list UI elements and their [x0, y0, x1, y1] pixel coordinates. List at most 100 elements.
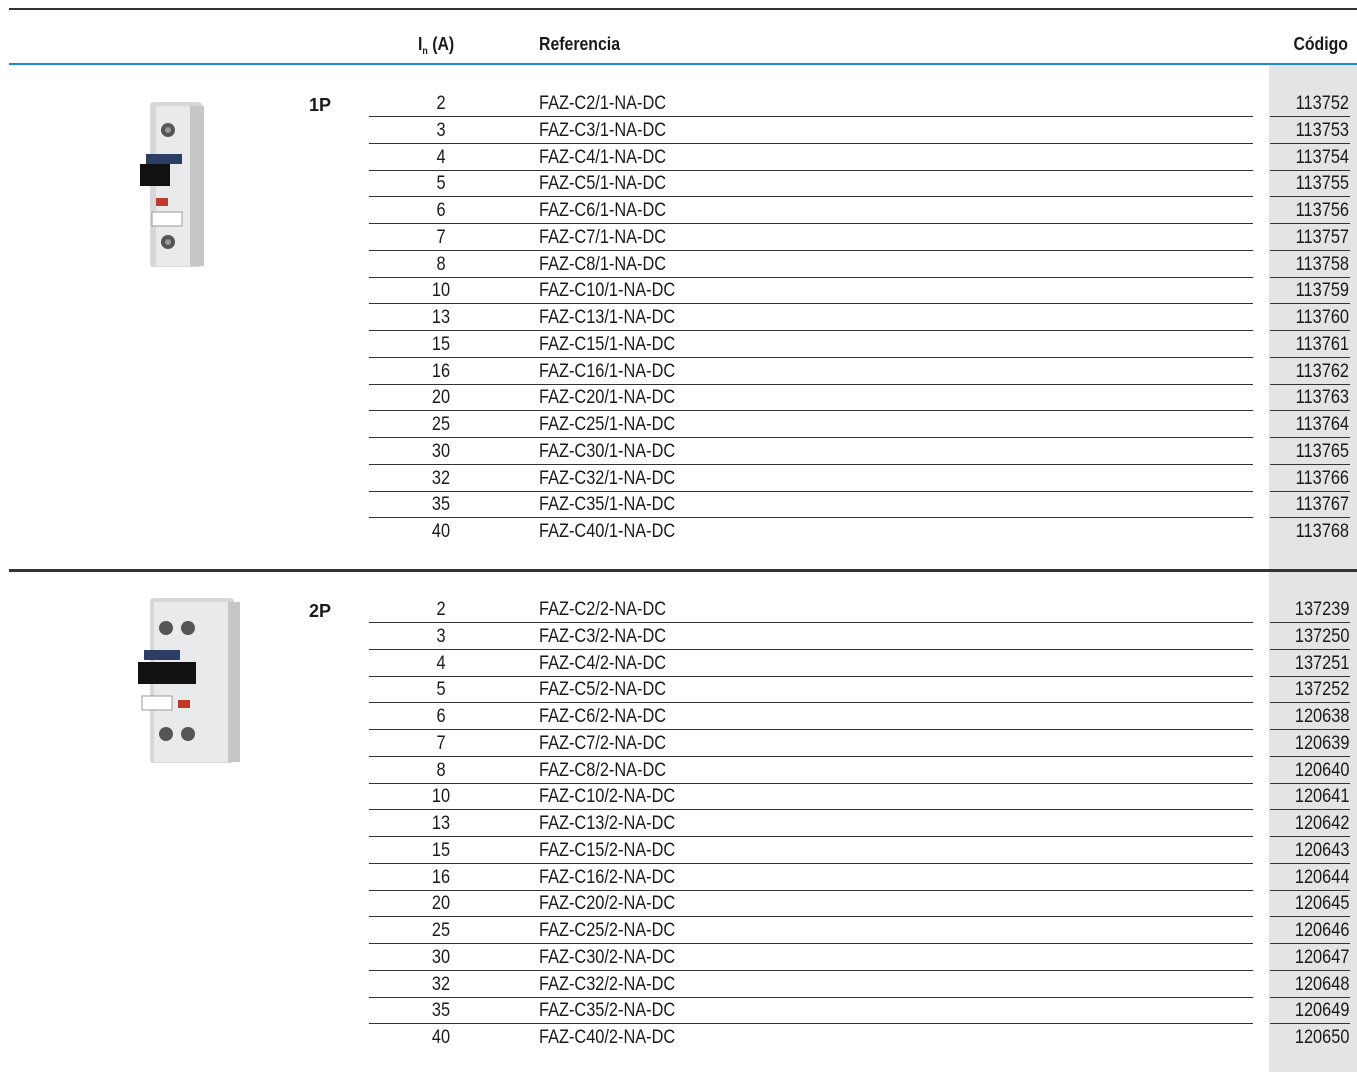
- table-row: 6 FAZ-C6/1-NA-DC 113756: [0, 198, 1357, 224]
- code-cell: 137251: [1294, 652, 1349, 674]
- code-cell: 137239: [1294, 599, 1349, 620]
- code-cell: 120645: [1294, 893, 1349, 915]
- reference-cell: FAZ-C15/2-NA-DC: [539, 839, 676, 861]
- code-cell: 113768: [1295, 521, 1349, 542]
- code-cell: 113754: [1295, 146, 1349, 168]
- table-row: 25 FAZ-C25/2-NA-DC 120646: [0, 918, 1357, 944]
- rated-current-cell: 2: [436, 599, 446, 620]
- reference-cell: FAZ-C40/2-NA-DC: [539, 1027, 676, 1048]
- reference-cell: FAZ-C30/2-NA-DC: [539, 946, 676, 968]
- table-row: 8 FAZ-C8/1-NA-DC 113758: [0, 252, 1357, 278]
- table-row: 8 FAZ-C8/2-NA-DC 120640: [0, 758, 1357, 784]
- rated-current-cell: 25: [431, 414, 451, 435]
- table-row: 20 FAZ-C20/1-NA-DC 113763: [0, 385, 1357, 412]
- table-row: 13 FAZ-C13/1-NA-DC 113760: [0, 305, 1357, 331]
- code-cell: 120647: [1294, 946, 1349, 968]
- rated-current-cell: 15: [431, 333, 451, 355]
- code-cell: 113762: [1295, 360, 1349, 382]
- table-row: 5 FAZ-C5/2-NA-DC 137252: [0, 677, 1357, 704]
- section-divider: [9, 569, 1357, 572]
- rated-current-cell: 8: [436, 759, 446, 781]
- header-reference: Referencia: [539, 34, 621, 54]
- table-row: 35 FAZ-C35/1-NA-DC 113767: [0, 492, 1357, 519]
- reference-cell: FAZ-C30/1-NA-DC: [539, 440, 676, 462]
- table-row: 13 FAZ-C13/2-NA-DC 120642: [0, 811, 1357, 837]
- table-row: 40 FAZ-C40/1-NA-DC 113768: [0, 519, 1357, 545]
- rated-current-cell: 16: [431, 866, 451, 888]
- code-cell: 120644: [1294, 866, 1349, 888]
- code-cell: 120650: [1294, 1027, 1349, 1048]
- table-row: 16 FAZ-C16/2-NA-DC 120644: [0, 865, 1357, 891]
- code-cell: 137252: [1294, 679, 1349, 701]
- table-row: 2 FAZ-C2/1-NA-DC 113752: [0, 91, 1357, 117]
- table-row: 16 FAZ-C16/1-NA-DC 113762: [0, 359, 1357, 385]
- reference-cell: FAZ-C4/1-NA-DC: [539, 146, 667, 168]
- code-cell: 113764: [1295, 414, 1349, 435]
- rated-current-cell: 25: [431, 920, 451, 941]
- table-row: 15 FAZ-C15/1-NA-DC 113761: [0, 332, 1357, 358]
- code-cell: 113757: [1295, 226, 1349, 248]
- rated-current-cell: 10: [431, 786, 451, 808]
- reference-cell: FAZ-C35/2-NA-DC: [539, 1000, 676, 1022]
- table-row: 30 FAZ-C30/2-NA-DC 120647: [0, 945, 1357, 971]
- reference-cell: FAZ-C2/1-NA-DC: [539, 93, 667, 114]
- code-cell: 113753: [1295, 119, 1349, 141]
- reference-cell: FAZ-C5/2-NA-DC: [539, 679, 667, 701]
- reference-cell: FAZ-C5/1-NA-DC: [539, 173, 667, 195]
- table-row: 40 FAZ-C40/2-NA-DC 120650: [0, 1025, 1357, 1051]
- rated-current-cell: 20: [431, 387, 451, 409]
- table-row: 32 FAZ-C32/2-NA-DC 120648: [0, 972, 1357, 998]
- code-cell: 113766: [1295, 467, 1349, 489]
- table-row: 30 FAZ-C30/1-NA-DC 113765: [0, 439, 1357, 465]
- rated-current-cell: 40: [431, 521, 451, 542]
- reference-cell: FAZ-C20/2-NA-DC: [539, 893, 676, 915]
- table-row: 4 FAZ-C4/2-NA-DC 137251: [0, 651, 1357, 677]
- table-row: 3 FAZ-C3/2-NA-DC 137250: [0, 624, 1357, 650]
- code-cell: 113759: [1295, 280, 1349, 302]
- table-row: 10 FAZ-C10/1-NA-DC 113759: [0, 278, 1357, 305]
- code-cell: 113765: [1295, 440, 1349, 462]
- rated-current-cell: 5: [436, 679, 446, 701]
- table-row: 6 FAZ-C6/2-NA-DC 120638: [0, 704, 1357, 730]
- reference-cell: FAZ-C6/1-NA-DC: [539, 200, 667, 221]
- header-code: Código: [1293, 34, 1348, 54]
- code-cell: 120638: [1294, 706, 1349, 727]
- header-rated-current: In (A): [418, 34, 455, 57]
- table-row: 5 FAZ-C5/1-NA-DC 113755: [0, 171, 1357, 198]
- rated-current-cell: 32: [431, 973, 451, 995]
- reference-cell: FAZ-C40/1-NA-DC: [539, 521, 676, 542]
- table-row: 10 FAZ-C10/2-NA-DC 120641: [0, 784, 1357, 811]
- code-cell: 113755: [1295, 173, 1349, 195]
- rated-current-cell: 7: [436, 732, 446, 754]
- table-row: 2 FAZ-C2/2-NA-DC 137239: [0, 597, 1357, 623]
- rated-current-cell: 5: [436, 173, 446, 195]
- header-underline: [9, 63, 1357, 65]
- rated-current-cell: 35: [431, 494, 451, 516]
- rated-current-cell: 6: [436, 706, 446, 727]
- code-cell: 113767: [1295, 494, 1349, 516]
- code-cell: 113760: [1295, 307, 1349, 328]
- reference-cell: FAZ-C32/2-NA-DC: [539, 973, 676, 995]
- code-cell: 120639: [1294, 732, 1349, 754]
- reference-cell: FAZ-C3/1-NA-DC: [539, 119, 667, 141]
- reference-cell: FAZ-C15/1-NA-DC: [539, 333, 676, 355]
- table-row: 4 FAZ-C4/1-NA-DC 113754: [0, 145, 1357, 171]
- reference-cell: FAZ-C16/1-NA-DC: [539, 360, 676, 382]
- reference-cell: FAZ-C20/1-NA-DC: [539, 387, 676, 409]
- code-cell: 120640: [1294, 759, 1349, 781]
- reference-cell: FAZ-C2/2-NA-DC: [539, 599, 667, 620]
- table-row: 15 FAZ-C15/2-NA-DC 120643: [0, 838, 1357, 864]
- table-row: 7 FAZ-C7/2-NA-DC 120639: [0, 731, 1357, 757]
- rated-current-cell: 13: [431, 307, 451, 328]
- rated-current-cell: 15: [431, 839, 451, 861]
- rated-current-cell: 16: [431, 360, 451, 382]
- code-cell: 120646: [1294, 920, 1349, 941]
- code-cell: 113756: [1295, 200, 1349, 221]
- reference-cell: FAZ-C10/2-NA-DC: [539, 786, 676, 808]
- reference-cell: FAZ-C8/1-NA-DC: [539, 253, 667, 275]
- rated-current-cell: 4: [436, 146, 446, 168]
- rated-current-cell: 3: [436, 119, 446, 141]
- table-row: 32 FAZ-C32/1-NA-DC 113766: [0, 466, 1357, 492]
- rated-current-cell: 3: [436, 625, 446, 647]
- rated-current-cell: 40: [431, 1027, 451, 1048]
